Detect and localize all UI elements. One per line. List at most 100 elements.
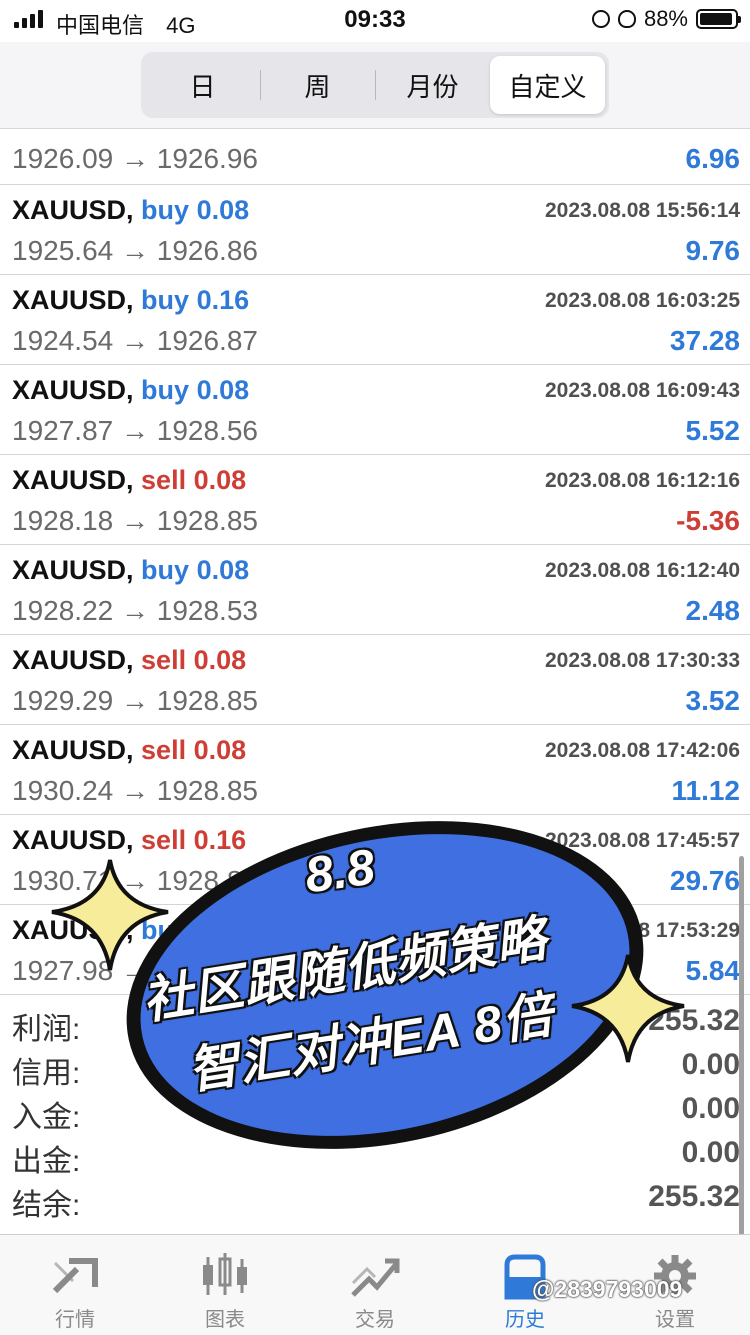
trade-prices: 1924.54 → 1926.87 bbox=[12, 325, 258, 356]
sticker-title: 8.8 bbox=[301, 838, 379, 904]
trade-prices: 1925.64 → 1926.86 bbox=[12, 235, 258, 266]
trade-lot: 0.16 bbox=[196, 285, 250, 315]
trade-prices: 1929.29 → 1928.85 bbox=[12, 685, 258, 716]
trade-profit: 2.48 bbox=[685, 595, 741, 626]
summary-value: 255.32 bbox=[648, 1004, 740, 1037]
trade-profit: 29.76 bbox=[669, 865, 740, 896]
trade-symbol: XAUUSD, bbox=[12, 555, 134, 585]
summary-value: 0.00 bbox=[681, 1136, 740, 1169]
trade-lot: 0.08 bbox=[196, 915, 250, 945]
period-tab[interactable]: 月份 bbox=[375, 56, 490, 114]
trade-date: 2023.08.08 17:45:57 bbox=[545, 829, 740, 852]
period-tab[interactable]: 日 bbox=[145, 56, 260, 114]
trade-lot: 0.08 bbox=[193, 645, 247, 675]
trade-lot: 0.08 bbox=[196, 195, 250, 225]
trade-date: 2023.08.08 16:09:43 bbox=[545, 379, 740, 402]
trade-title: XAUUSD, sell 0.16 bbox=[12, 825, 246, 856]
trade-icon bbox=[347, 1251, 403, 1301]
summary-label: 利润: bbox=[12, 1013, 81, 1046]
trade-symbol: XAUUSD, bbox=[12, 825, 134, 855]
bottom-tab-label: 设置 bbox=[655, 1309, 695, 1331]
trade-direction: buy bbox=[141, 195, 190, 225]
summary-label: 信用: bbox=[12, 1057, 81, 1090]
trade-direction: buy bbox=[141, 915, 190, 945]
trade-prices: 1930.24 → 1928.85 bbox=[12, 775, 258, 806]
trade-date: 2023.08.08 17:53:29 bbox=[545, 919, 740, 942]
trade-profit: 6.96 bbox=[685, 143, 741, 174]
trade-direction: sell bbox=[141, 645, 187, 675]
trade-profit: 5.84 bbox=[685, 955, 741, 986]
trade-symbol: XAUUSD, bbox=[12, 375, 134, 405]
trade-row[interactable]: XAUUSD, buy 0.08 2023.08.08 16:12:40 1928.… bbox=[0, 545, 750, 635]
trade-title: XAUUSD, buy 0.08 bbox=[12, 195, 249, 226]
trade-date: 2023.08.08 16:03:25 bbox=[545, 289, 740, 312]
summary-row: 结余: 255.32 bbox=[0, 1176, 750, 1222]
trade-direction: buy bbox=[141, 555, 190, 585]
trade-lot: 0.08 bbox=[193, 465, 247, 495]
trade-row[interactable]: XAUUSD, buy 0.16 2023.08.08 16:03:25 1924.… bbox=[0, 275, 750, 365]
trade-direction: sell bbox=[141, 465, 187, 495]
period-selector-bar: 日周月份 自定义 bbox=[0, 42, 750, 129]
trade-row[interactable]: XAUUSD, buy 0.08 2023.08.08 16:09:43 1927.… bbox=[0, 365, 750, 455]
summary-label: 出金: bbox=[12, 1145, 81, 1178]
trade-direction: buy bbox=[141, 375, 190, 405]
trade-title: XAUUSD, buy 0.16 bbox=[12, 285, 249, 316]
bottom-tab-label: 交易 bbox=[355, 1309, 395, 1331]
trade-profit: 11.12 bbox=[671, 775, 740, 806]
bottom-tab-label: 图表 bbox=[205, 1309, 245, 1331]
period-tab[interactable]: 周 bbox=[260, 56, 375, 114]
trade-row[interactable]: XAUUSD, sell 0.08 2023.08.08 17:30:33 1929… bbox=[0, 635, 750, 725]
trade-row[interactable]: XAUUSD, sell 0.08 2023.08.08 16:12:16 1928… bbox=[0, 455, 750, 545]
trade-date: 2023.08.08 16:12:16 bbox=[545, 469, 740, 492]
status-bar: 中国电信 4G 09:33 88% bbox=[0, 0, 750, 42]
trade-symbol: XAUUSD, bbox=[12, 465, 134, 495]
bottom-tab[interactable]: 图表 bbox=[150, 1235, 300, 1335]
trade-prices: 1926.09 → 1926.96 bbox=[12, 143, 258, 174]
bottom-tab[interactable]: 交易 bbox=[300, 1235, 450, 1335]
trade-profit: -5.36 bbox=[676, 505, 740, 536]
trade-history-list[interactable]: 1926.09 → 1926.96 6.96 XAUUSD, buy 0.08 202… bbox=[0, 129, 750, 995]
trade-title: XAUUSD, buy 0.08 bbox=[12, 915, 249, 946]
trade-profit: 9.76 bbox=[685, 235, 741, 266]
bottom-tab-label: 行情 bbox=[55, 1309, 95, 1331]
summary-value: 255.32 bbox=[648, 1180, 740, 1213]
trade-symbol: XAUUSD, bbox=[12, 195, 134, 225]
alarm-icon bbox=[617, 10, 636, 28]
summary-row: 出金: 0.00 bbox=[0, 1132, 750, 1178]
battery-icon bbox=[696, 9, 741, 29]
trade-symbol: XAUUSD, bbox=[12, 915, 134, 945]
trade-date: 2023.08.08 16:12:40 bbox=[545, 559, 740, 582]
trade-lot: 0.16 bbox=[193, 825, 247, 855]
trade-symbol: XAUUSD, bbox=[12, 735, 134, 765]
summary-value: 0.00 bbox=[681, 1092, 740, 1125]
scrollbar[interactable] bbox=[739, 856, 744, 1236]
summary-row: 入金: 0.00 bbox=[0, 1088, 750, 1134]
watermark: @2839793009 bbox=[532, 1276, 683, 1302]
trade-date: 2023.08.08 17:30:33 bbox=[545, 649, 740, 672]
trade-row[interactable]: 1926.09 → 1926.96 6.96 bbox=[0, 129, 750, 185]
rotation-lock-icon bbox=[591, 10, 610, 28]
period-tab[interactable]: 自定义 bbox=[490, 56, 605, 114]
bottom-tab-label: 历史 bbox=[505, 1309, 545, 1331]
trade-direction: sell bbox=[141, 735, 187, 765]
trade-title: XAUUSD, sell 0.08 bbox=[12, 735, 246, 766]
bottom-tab[interactable]: 行情 bbox=[0, 1235, 150, 1335]
trade-prices: 1928.18 → 1928.85 bbox=[12, 505, 258, 536]
trade-profit: 5.52 bbox=[685, 415, 741, 446]
trade-title: XAUUSD, sell 0.08 bbox=[12, 645, 246, 676]
trade-title: XAUUSD, buy 0.08 bbox=[12, 375, 249, 406]
trade-lot: 0.08 bbox=[196, 375, 250, 405]
quotes-icon bbox=[47, 1251, 103, 1301]
trade-date: 2023.08.08 17:42:06 bbox=[545, 739, 740, 762]
trade-symbol: XAUUSD, bbox=[12, 285, 134, 315]
summary-value: 0.00 bbox=[681, 1048, 740, 1081]
trade-row[interactable]: XAUUSD, sell 0.08 2023.08.08 17:42:06 1930… bbox=[0, 725, 750, 815]
summary-label: 结余: bbox=[12, 1189, 81, 1222]
trade-direction: sell bbox=[141, 825, 187, 855]
trade-row[interactable]: XAUUSD, buy 0.08 2023.08.08 15:56:14 1925.… bbox=[0, 185, 750, 275]
trade-prices: 1930.71 → 1928.85 bbox=[12, 865, 258, 896]
summary-label: 入金: bbox=[12, 1101, 81, 1134]
trade-direction: buy bbox=[141, 285, 190, 315]
trade-lot: 0.08 bbox=[193, 735, 247, 765]
trade-lot: 0.08 bbox=[196, 555, 250, 585]
